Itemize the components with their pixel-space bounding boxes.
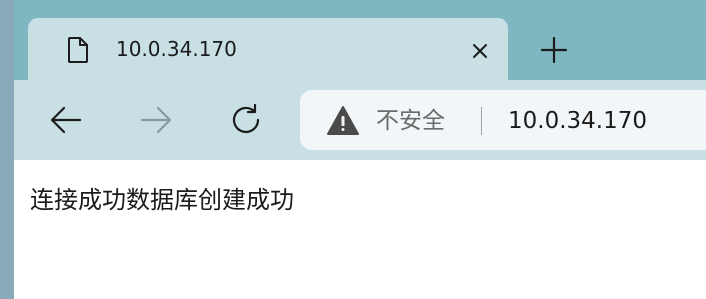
url-text[interactable]: 10.0.34.170: [508, 107, 647, 135]
tab-strip: 10.0.34.170: [14, 0, 706, 80]
arrow-right-icon[interactable]: [138, 102, 174, 138]
security-status-label[interactable]: 不安全: [376, 107, 445, 135]
page-message: 连接成功数据库创建成功: [30, 186, 294, 214]
arrow-left-icon[interactable]: [48, 102, 84, 138]
close-icon[interactable]: [468, 39, 492, 63]
toolbar: 不安全 10.0.34.170: [14, 80, 706, 160]
page-content: 连接成功数据库创建成功: [14, 160, 706, 299]
document-icon: [66, 36, 90, 64]
plus-icon[interactable]: [540, 36, 568, 64]
reload-icon[interactable]: [228, 102, 264, 138]
address-bar[interactable]: 不安全 10.0.34.170: [300, 90, 706, 150]
active-tab[interactable]: 10.0.34.170: [28, 18, 508, 80]
tab-title: 10.0.34.170: [116, 37, 237, 61]
warning-icon[interactable]: [326, 105, 360, 137]
address-divider: [481, 107, 482, 135]
